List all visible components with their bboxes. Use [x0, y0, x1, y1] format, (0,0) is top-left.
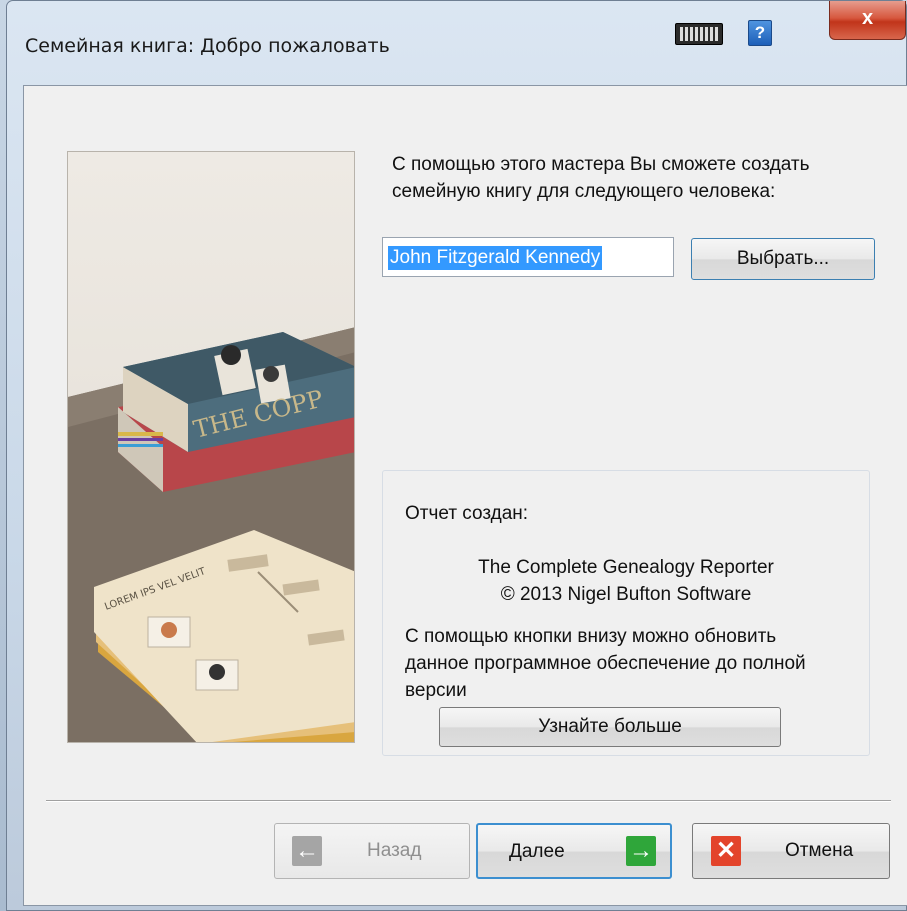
- report-info-box: Отчет создан: The Complete Genealogy Rep…: [382, 470, 870, 756]
- keyboard-icon[interactable]: [675, 23, 723, 45]
- product-info: The Complete Genealogy Reporter © 2013 N…: [383, 554, 869, 608]
- dialog-content: THE COPP LOREM IPS VEL VELIT С помощью э…: [23, 85, 907, 906]
- close-icon: ✕: [711, 836, 741, 866]
- person-field[interactable]: John Fitzgerald Kennedy: [382, 237, 674, 277]
- close-button[interactable]: x: [829, 1, 906, 40]
- window-title: Семейная книга: Добро пожаловать: [25, 35, 390, 57]
- next-label: Далее: [509, 841, 565, 862]
- dialog-window: Семейная книга: Добро пожаловать ? x THE…: [6, 0, 907, 911]
- choose-button[interactable]: Выбрать...: [691, 238, 875, 280]
- intro-text: С помощью этого мастера Вы сможете созда…: [392, 154, 810, 202]
- cancel-button[interactable]: ✕ Отмена: [692, 823, 890, 879]
- arrow-right-icon: →: [626, 836, 656, 866]
- person-value: John Fitzgerald Kennedy: [388, 246, 603, 270]
- product-name: The Complete Genealogy Reporter: [478, 557, 774, 578]
- cancel-label: Отмена: [785, 840, 854, 861]
- help-icon[interactable]: ?: [748, 20, 772, 46]
- arrow-left-icon: ←: [292, 836, 322, 866]
- next-button[interactable]: Далее →: [476, 823, 672, 879]
- back-label: Назад: [367, 840, 422, 861]
- footer-divider: [46, 800, 891, 802]
- report-created-label: Отчет создан:: [405, 503, 529, 524]
- upgrade-text: С помощью кнопки внизу можно обновить да…: [405, 626, 806, 701]
- learn-more-button[interactable]: Узнайте больше: [439, 707, 781, 747]
- illustration-image: THE COPP LOREM IPS VEL VELIT: [67, 151, 355, 743]
- product-copyright: © 2013 Nigel Bufton Software: [500, 584, 752, 605]
- title-bar: Семейная книга: Добро пожаловать ? x: [7, 1, 906, 85]
- back-button[interactable]: ← Назад: [274, 823, 470, 879]
